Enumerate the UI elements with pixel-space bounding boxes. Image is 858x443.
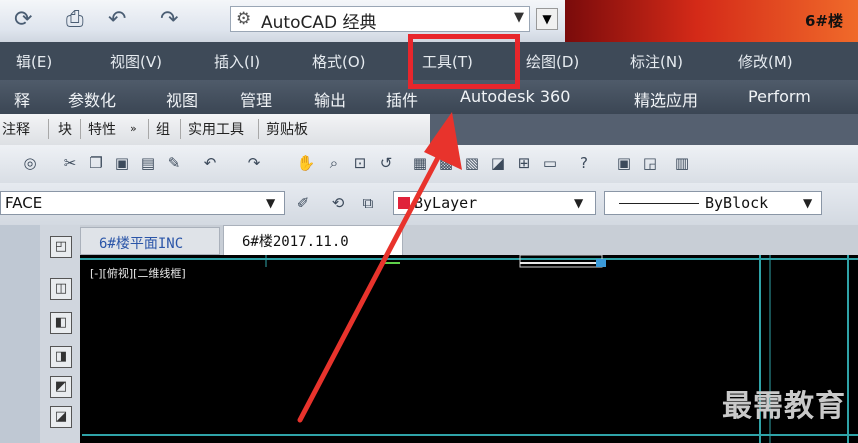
pointer-arrow	[297, 112, 462, 423]
watermark-logo: 最需教育	[722, 389, 846, 424]
